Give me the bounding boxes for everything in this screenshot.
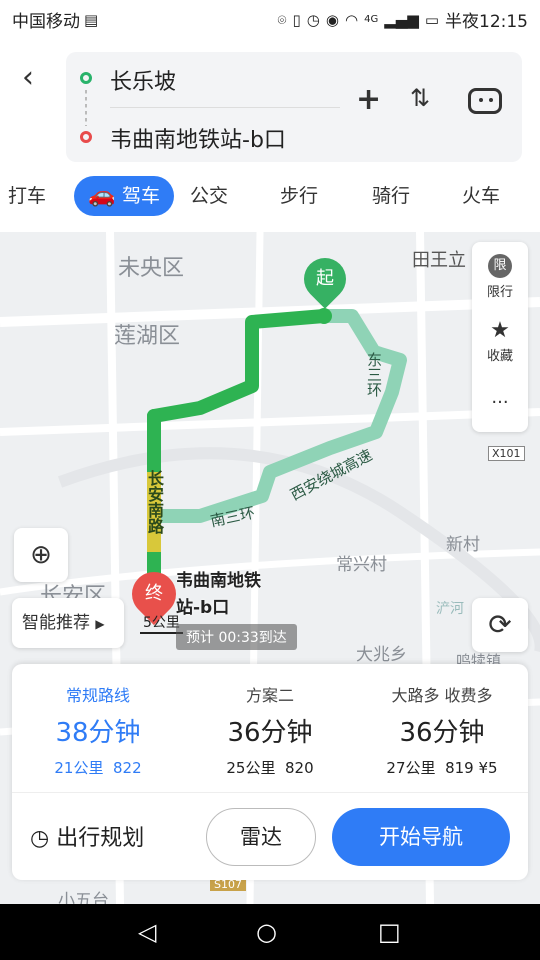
place-label: 新村 xyxy=(446,535,480,555)
road-label: 东三环 xyxy=(365,352,383,397)
district-label: 莲湖区 xyxy=(114,324,181,349)
location-icon: ⌾ xyxy=(277,10,287,29)
add-waypoint-button[interactable]: + xyxy=(356,82,381,117)
system-nav-bar: ◁ ○ □ xyxy=(0,904,540,960)
eta-label: 预计 00:33到达 xyxy=(176,624,297,650)
plan-meta: 21公里 822 xyxy=(12,757,184,778)
destination-label: 韦曲南地铁 站-b口 xyxy=(176,568,261,622)
destination-name-line2: 站-b口 xyxy=(176,598,230,618)
network-type: 4G xyxy=(364,14,379,25)
end-dot-icon xyxy=(80,131,92,143)
plan-option[interactable]: 大路多 收费多 36分钟 27公里 819 ¥5 xyxy=(356,682,528,778)
plan-tag: 大路多 收费多 xyxy=(391,686,493,705)
river-label: 浐河 xyxy=(436,601,464,617)
plan-distance: 21公里 xyxy=(54,759,104,777)
star-icon: ★ xyxy=(490,318,510,343)
divider xyxy=(12,792,528,793)
chart-icon: ▤ xyxy=(84,10,99,29)
plan-lights: 22 xyxy=(122,759,142,777)
tab-bus[interactable]: 公交 xyxy=(190,176,228,216)
tab-bike[interactable]: 骑行 xyxy=(372,176,410,216)
home-nav-icon[interactable]: ○ xyxy=(256,918,277,946)
favorite-label: 收藏 xyxy=(486,349,513,364)
traffic-light-icon: 8 xyxy=(440,759,455,777)
start-dot-icon xyxy=(80,72,92,84)
battery-icon: ▭ xyxy=(424,10,439,29)
tab-drive-label: 驾车 xyxy=(122,185,161,207)
limit-label: 限行 xyxy=(486,285,513,300)
status-bar: 中国移动 ▤ ⌾ ▯ ◷ ◉ ◠ 4G ▂▄▆ ▭ 半夜12:15 xyxy=(0,0,540,36)
start-navigation-button[interactable]: 开始导航 xyxy=(332,808,510,866)
plan-option[interactable]: 方案二 36分钟 25公里 820 xyxy=(184,682,356,778)
triangle-right-icon: ▶ xyxy=(95,617,105,631)
plan-lights: 20 xyxy=(294,759,314,777)
carrier-label: 中国移动 xyxy=(12,12,80,32)
clock: 半夜12:15 xyxy=(445,12,528,32)
clock-icon: ◷ xyxy=(30,826,50,851)
eye-icon: ◉ xyxy=(325,10,339,29)
limit-icon: 限 xyxy=(488,254,512,278)
start-marker-icon[interactable]: 起 xyxy=(295,249,355,309)
more-button[interactable]: ··· xyxy=(472,392,528,413)
signal-icon: ▂▄▆ xyxy=(384,10,419,29)
tab-drive[interactable]: 🚗 驾车 xyxy=(74,176,175,216)
limit-button[interactable]: 限 限行 xyxy=(472,254,528,300)
destination-name-line1: 韦曲南地铁 xyxy=(176,571,261,591)
route-dots xyxy=(85,90,87,126)
end-marker-label: 终 xyxy=(145,583,163,604)
road-badge: X101 xyxy=(488,446,525,461)
tab-walk[interactable]: 步行 xyxy=(280,176,318,216)
divider xyxy=(110,107,340,108)
place-label: 常兴村 xyxy=(336,555,387,575)
wifi-icon: ◠ xyxy=(344,10,359,29)
plan-distance: 27公里 xyxy=(386,759,436,777)
plan-time: 36分钟 xyxy=(227,718,313,748)
plan-time: 36分钟 xyxy=(399,718,485,748)
transport-tabs: 打车 🚗 驾车 公交 步行 骑行 火车 xyxy=(0,176,540,220)
trip-plan-label: 出行规划 xyxy=(56,826,145,851)
plan-tag: 常规路线 xyxy=(65,686,130,705)
recents-nav-icon[interactable]: □ xyxy=(378,918,401,946)
smart-recommend-button[interactable]: 智能推荐 ▶ xyxy=(12,598,124,648)
swap-icon[interactable]: ⇅ xyxy=(410,84,430,112)
place-label: 大兆乡 xyxy=(356,645,407,665)
plan-lights: 19 xyxy=(454,759,474,777)
plan-option[interactable]: 常规路线 38分钟 21公里 822 xyxy=(12,682,184,778)
plan-meta: 25公里 820 xyxy=(184,757,356,778)
district-label: 未央区 xyxy=(118,256,185,281)
traffic-light-icon: 8 xyxy=(108,759,123,777)
route-plans-card: 常规路线 38分钟 21公里 822 方案二 36分钟 25公里 820 大路多… xyxy=(12,664,528,880)
back-nav-icon[interactable]: ◁ xyxy=(138,918,156,946)
start-marker-label: 起 xyxy=(316,268,334,289)
place-label: 田王立 xyxy=(412,250,466,271)
locate-icon[interactable]: ⊕ xyxy=(14,528,68,582)
trip-plan-button[interactable]: ◷ 出行规划 xyxy=(30,820,144,852)
refresh-icon[interactable]: ⟳ xyxy=(472,598,528,652)
favorite-button[interactable]: ★ 收藏 xyxy=(472,318,528,364)
route-input-box: 长乐坡 韦曲南地铁站-b口 + ⇅ xyxy=(66,52,522,162)
car-icon: 🚗 xyxy=(88,183,116,208)
plan-time: 38分钟 xyxy=(55,718,141,748)
more-options-icon[interactable] xyxy=(468,88,502,114)
start-location-field[interactable]: 长乐坡 xyxy=(110,64,176,96)
map-side-panel: 限 限行 ★ 收藏 ··· xyxy=(472,242,528,432)
traffic-light-icon: 8 xyxy=(280,759,295,777)
road-label: 长安南路 xyxy=(145,470,164,534)
alarm-icon: ◷ xyxy=(306,10,320,29)
tab-taxi[interactable]: 打车 xyxy=(8,176,46,216)
radar-button[interactable]: 雷达 xyxy=(206,808,316,866)
route-header: ‹ 长乐坡 韦曲南地铁站-b口 + ⇅ 打车 🚗 驾车 公交 步行 骑行 火车 xyxy=(0,36,540,232)
vibrate-icon: ▯ xyxy=(292,10,301,29)
smart-recommend-label: 智能推荐 xyxy=(22,613,90,633)
place-label: 小五台 xyxy=(58,891,109,904)
back-icon[interactable]: ‹ xyxy=(22,60,34,95)
plan-meta: 27公里 819 ¥5 xyxy=(356,757,528,778)
tab-train[interactable]: 火车 xyxy=(462,176,500,216)
plan-fee: ¥5 xyxy=(478,759,498,777)
plan-distance: 25公里 xyxy=(226,759,276,777)
end-location-field[interactable]: 韦曲南地铁站-b口 xyxy=(110,122,286,154)
plan-tag: 方案二 xyxy=(245,686,294,705)
